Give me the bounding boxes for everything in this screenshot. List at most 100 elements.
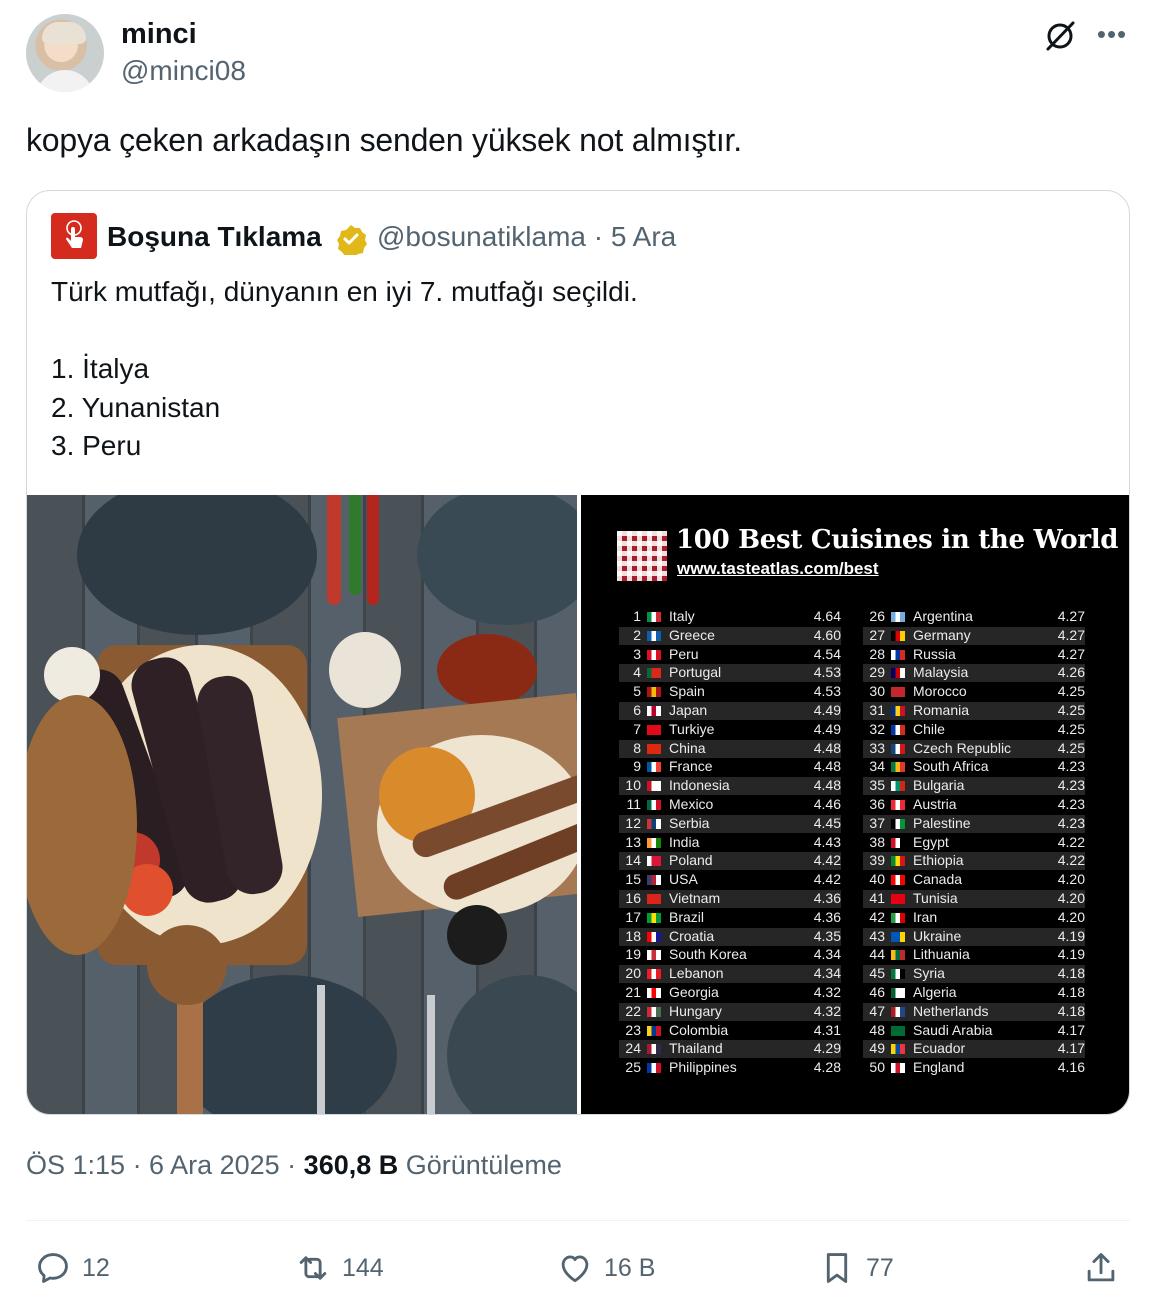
flag-icon bbox=[891, 1025, 905, 1036]
country-name: Portugal bbox=[669, 664, 722, 681]
score: 4.23 bbox=[1057, 796, 1085, 812]
flag-icon bbox=[647, 856, 661, 867]
quoted-author-name[interactable]: Boşuna Tıklama bbox=[107, 221, 322, 253]
flag-icon bbox=[647, 1044, 661, 1055]
flag-icon bbox=[891, 988, 905, 998]
flag-icon bbox=[647, 612, 661, 622]
tweet-timestamp[interactable]: ÖS 1:15 · 6 Ara 2025 · bbox=[26, 1150, 304, 1180]
score: 4.25 bbox=[1057, 739, 1085, 756]
ranking-chart-image[interactable]: 100 Best Cuisines in the World www.taste… bbox=[581, 495, 1129, 1114]
score: 4.23 bbox=[1057, 758, 1085, 775]
bookmark-icon bbox=[826, 1253, 848, 1283]
country-name: Hungary bbox=[669, 1002, 722, 1019]
score: 4.19 bbox=[1057, 946, 1085, 963]
rank-number: 37 bbox=[869, 814, 885, 831]
tweet-meta: ÖS 1:15 · 6 Ara 2025 · 360,8 B Görüntüle… bbox=[26, 1150, 562, 1181]
flag-icon bbox=[647, 969, 661, 980]
food-photo[interactable] bbox=[27, 495, 577, 1114]
ranking-row: 11 Mexico 4.46 bbox=[619, 796, 841, 814]
flag-icon bbox=[647, 687, 661, 698]
share-icon bbox=[1087, 1253, 1115, 1282]
more-options-icon[interactable]: ••• bbox=[1094, 16, 1130, 52]
author-name[interactable]: minci bbox=[121, 18, 197, 51]
flag-icon bbox=[891, 781, 905, 792]
score: 4.36 bbox=[813, 890, 841, 906]
author-handle[interactable]: @minci08 bbox=[121, 55, 246, 87]
ranking-row: 21 Georgia 4.32 bbox=[619, 984, 841, 1002]
ranking-row: 7 Turkiye 4.49 bbox=[619, 721, 841, 739]
country-name: Serbia bbox=[669, 814, 710, 831]
score: 4.25 bbox=[1057, 720, 1085, 737]
reply-button[interactable]: 12 bbox=[34, 1244, 110, 1292]
reply-count: 12 bbox=[82, 1253, 110, 1282]
flag-icon bbox=[891, 724, 905, 735]
country-name: Bulgaria bbox=[913, 777, 965, 794]
country-name: Ethiopia bbox=[913, 852, 964, 869]
rank-number: 8 bbox=[633, 739, 641, 756]
rank-number: 30 bbox=[869, 683, 885, 700]
rank-number: 50 bbox=[869, 1059, 885, 1076]
ranking-row: 40 Canada 4.20 bbox=[863, 871, 1085, 889]
score: 4.46 bbox=[813, 796, 841, 812]
score: 4.64 bbox=[813, 608, 841, 624]
score: 4.25 bbox=[1057, 683, 1085, 700]
ranking-row: 8 China 4.48 bbox=[619, 739, 841, 758]
score: 4.29 bbox=[813, 1040, 841, 1057]
score: 4.48 bbox=[813, 739, 841, 756]
flag-icon bbox=[891, 762, 905, 773]
country-name: Lithuania bbox=[913, 946, 970, 963]
score: 4.18 bbox=[1057, 965, 1085, 982]
score: 4.27 bbox=[1057, 645, 1085, 662]
country-name: Lebanon bbox=[669, 965, 724, 982]
flag-icon bbox=[647, 818, 661, 829]
score: 4.42 bbox=[813, 871, 841, 888]
repost-button[interactable]: 144 bbox=[294, 1244, 384, 1292]
rank-number: 44 bbox=[869, 946, 885, 963]
ranking-row: 15 USA 4.42 bbox=[619, 871, 841, 889]
grok-icon[interactable] bbox=[1042, 18, 1078, 54]
country-name: Romania bbox=[913, 702, 970, 718]
avatar[interactable] bbox=[26, 14, 104, 92]
score: 4.60 bbox=[813, 626, 841, 643]
rank-number: 48 bbox=[869, 1021, 885, 1038]
flag-icon bbox=[647, 706, 661, 716]
flag-icon bbox=[891, 912, 905, 923]
score: 4.53 bbox=[813, 664, 841, 681]
rank-number: 39 bbox=[869, 852, 885, 869]
score: 4.34 bbox=[813, 965, 841, 982]
like-button[interactable]: 16 B bbox=[556, 1244, 655, 1292]
country-name: Egypt bbox=[913, 833, 949, 850]
rank-number: 1 bbox=[633, 608, 641, 624]
score: 4.26 bbox=[1057, 664, 1085, 681]
country-name: Turkiye bbox=[669, 720, 715, 737]
rank-number: 16 bbox=[625, 890, 641, 906]
tasteatlas-logo bbox=[617, 531, 667, 581]
country-name: Peru bbox=[669, 645, 699, 662]
quoted-handle-date[interactable]: @bosunatiklama · 5 Ara bbox=[377, 221, 676, 253]
quoted-tweet[interactable]: Boşuna Tıklama @bosunatiklama · 5 Ara Tü… bbox=[26, 190, 1130, 1115]
flag-icon bbox=[891, 818, 905, 829]
bookmark-button[interactable]: 77 bbox=[818, 1244, 894, 1292]
score: 4.18 bbox=[1057, 984, 1085, 1000]
flag-icon bbox=[647, 800, 661, 810]
score: 4.23 bbox=[1057, 777, 1085, 794]
quoted-avatar[interactable] bbox=[51, 213, 97, 259]
score: 4.32 bbox=[813, 984, 841, 1000]
ranking-row: 2 Greece 4.60 bbox=[619, 626, 841, 645]
country-name: Netherlands bbox=[913, 1002, 989, 1019]
score: 4.45 bbox=[813, 814, 841, 831]
rank-number: 5 bbox=[633, 683, 641, 700]
flag-icon bbox=[891, 1063, 905, 1074]
ranking-row: 23 Colombia 4.31 bbox=[619, 1022, 841, 1040]
ranking-row: 37 Palestine 4.23 bbox=[863, 814, 1085, 833]
share-button[interactable] bbox=[1082, 1244, 1120, 1292]
flag-icon bbox=[647, 931, 661, 942]
flag-icon bbox=[891, 856, 905, 867]
country-name: South Korea bbox=[669, 946, 747, 963]
rank-number: 11 bbox=[626, 796, 641, 812]
ranking-row: 9 France 4.48 bbox=[619, 758, 841, 776]
rank-number: 3 bbox=[633, 645, 641, 662]
quoted-line: 3. Peru bbox=[51, 430, 142, 461]
ranking-row: 43 Ukraine 4.19 bbox=[863, 927, 1085, 946]
ranking-row: 28 Russia 4.27 bbox=[863, 646, 1085, 664]
